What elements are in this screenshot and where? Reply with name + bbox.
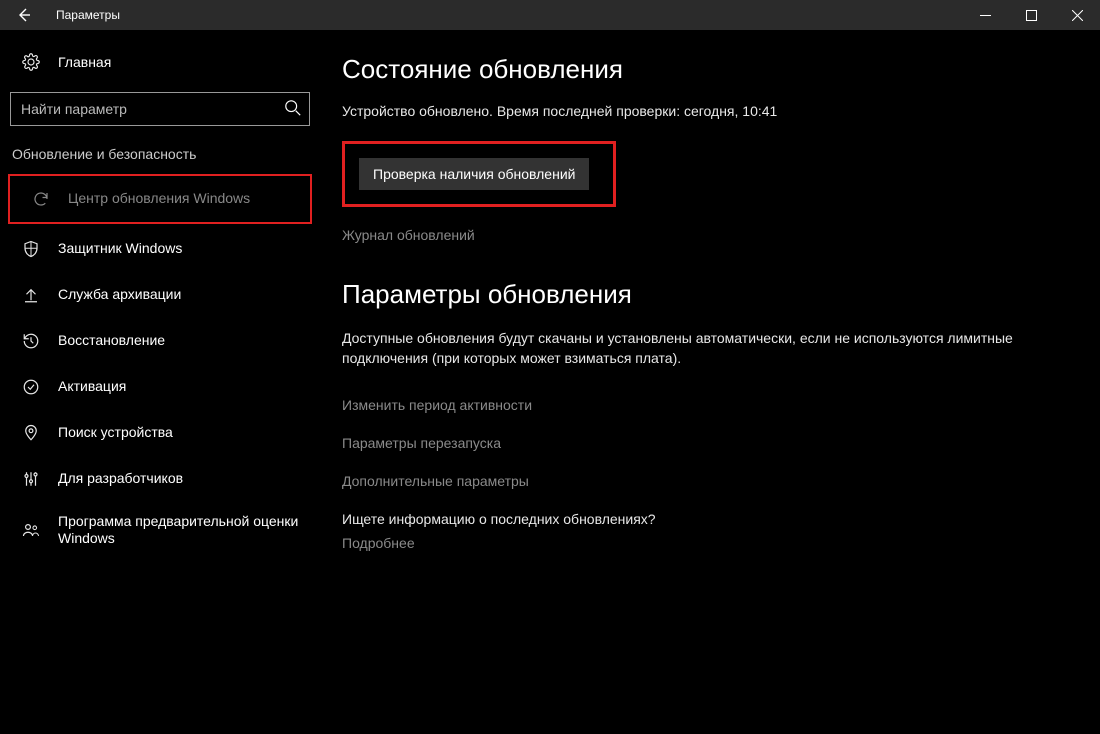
titlebar: Параметры: [0, 0, 1100, 30]
shield-icon: [20, 240, 42, 258]
sync-icon: [30, 190, 52, 208]
maximize-button[interactable]: [1008, 0, 1054, 30]
search-wrap: [10, 92, 310, 126]
sidebar-item-label: Программа предварительной оценки Windows: [58, 513, 320, 548]
sidebar-item-label: Активация: [58, 378, 320, 396]
close-icon: [1072, 10, 1083, 21]
activity-hours-link[interactable]: Изменить период активности: [342, 397, 1080, 413]
sidebar-item-label: Центр обновления Windows: [68, 190, 310, 208]
advanced-options-link[interactable]: Дополнительные параметры: [342, 473, 1080, 489]
sidebar-item-backup[interactable]: Служба архивации: [0, 272, 320, 318]
back-button[interactable]: [0, 0, 48, 30]
location-icon: [20, 424, 42, 442]
highlight-selected: Центр обновления Windows: [8, 174, 312, 224]
minimize-button[interactable]: [962, 0, 1008, 30]
sidebar: Главная Обновление и безопасность Центр …: [0, 30, 320, 734]
sidebar-item-label: Восстановление: [58, 332, 320, 350]
home-label: Главная: [58, 54, 111, 70]
sliders-icon: [20, 470, 42, 488]
search-input[interactable]: [10, 92, 310, 126]
sidebar-item-developers[interactable]: Для разработчиков: [0, 456, 320, 502]
gear-icon: [20, 53, 42, 71]
history-icon: [20, 332, 42, 350]
window-title: Параметры: [48, 8, 120, 22]
status-text: Устройство обновлено. Время последней пр…: [342, 103, 1080, 119]
home-link[interactable]: Главная: [0, 42, 320, 82]
check-updates-button[interactable]: Проверка наличия обновлений: [359, 158, 589, 190]
sidebar-item-recovery[interactable]: Восстановление: [0, 318, 320, 364]
params-body: Доступные обновления будут скачаны и уст…: [342, 328, 1042, 369]
sidebar-item-label: Защитник Windows: [58, 240, 320, 258]
status-heading: Состояние обновления: [342, 54, 1080, 85]
sidebar-item-find-device[interactable]: Поиск устройства: [0, 410, 320, 456]
sidebar-item-defender[interactable]: Защитник Windows: [0, 226, 320, 272]
sidebar-item-windows-update[interactable]: Центр обновления Windows: [10, 176, 310, 222]
people-icon: [20, 521, 42, 539]
sidebar-item-label: Поиск устройства: [58, 424, 320, 442]
minimize-icon: [980, 10, 991, 21]
close-button[interactable]: [1054, 0, 1100, 30]
section-label: Обновление и безопасность: [0, 140, 320, 172]
upload-icon: [20, 286, 42, 304]
more-link[interactable]: Подробнее: [342, 535, 415, 551]
maximize-icon: [1026, 10, 1037, 21]
history-link[interactable]: Журнал обновлений: [342, 227, 1080, 243]
restart-options-link[interactable]: Параметры перезапуска: [342, 435, 1080, 451]
check-circle-icon: [20, 378, 42, 396]
arrow-left-icon: [16, 7, 32, 23]
sidebar-item-insider[interactable]: Программа предварительной оценки Windows: [0, 502, 320, 558]
main-panel: Состояние обновления Устройство обновлен…: [320, 30, 1100, 734]
sidebar-item-label: Для разработчиков: [58, 470, 320, 488]
highlight-check-button: Проверка наличия обновлений: [342, 141, 616, 207]
params-heading: Параметры обновления: [342, 279, 1080, 310]
search-icon: [284, 99, 302, 117]
info-question: Ищете информацию о последних обновлениях…: [342, 511, 1080, 527]
sidebar-item-activation[interactable]: Активация: [0, 364, 320, 410]
sidebar-item-label: Служба архивации: [58, 286, 320, 304]
